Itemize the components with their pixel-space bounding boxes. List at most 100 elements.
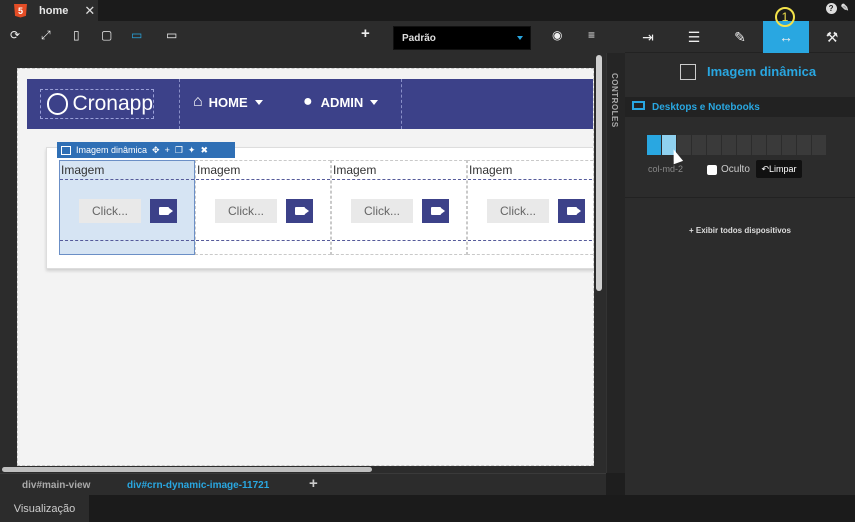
device-select-value: Padrão [402,33,436,44]
annotation-marker: 1 [775,7,795,27]
help-icon[interactable]: ? [825,3,837,14]
tab-home-label: home [39,4,69,17]
click-button[interactable]: Click... [79,199,141,223]
nav-admin[interactable]: ● ADMIN [303,93,379,111]
app-navbar[interactable]: Cronapp ⌂ HOME ● ADMIN [27,79,593,129]
hidden-checkbox[interactable]: Oculto [707,164,750,175]
grid-column-cell[interactable] [797,135,811,155]
eye-off-icon[interactable]: ◉ [552,28,562,42]
refresh-icon[interactable]: ⟳ [10,28,20,42]
nav-home[interactable]: ⌂ HOME [193,93,263,111]
add-icon[interactable]: + [165,145,170,155]
grid-column-cell[interactable] [692,135,706,155]
controls-label: CONTROLES [610,73,619,128]
device-select[interactable]: Padrão [393,26,531,50]
checkbox-icon[interactable] [707,164,717,175]
pencil-icon: ✎ [734,28,746,45]
device-section[interactable]: Desktops e Notebooks [625,97,855,117]
tab-style[interactable]: ✎ [717,21,763,53]
dynamic-image-4[interactable]: Imagem Click... [467,160,593,255]
grid-column-cell[interactable] [647,135,661,155]
image-icon [61,145,71,155]
selection-toolbar[interactable]: Imagem dinâmica ✥ + ❐ ✦ ✖ [57,142,235,158]
vertical-scrollbar[interactable] [594,53,606,473]
image-frame: Click... [60,179,194,241]
grid-column-cell[interactable] [782,135,796,155]
image-frame: Click... [196,179,330,241]
nav-admin-label: ADMIN [320,94,364,110]
tab-home[interactable]: 5 home ✕ [0,0,98,21]
click-button[interactable]: Click... [487,199,549,223]
help-area: ? ✎ [825,3,849,14]
user-icon: ● [303,93,313,110]
design-canvas[interactable]: Cronapp ⌂ HOME ● ADMIN Imagem Click... I… [17,68,594,466]
tab-tree[interactable]: ☰ [671,21,717,53]
breadcrumb: div#main-view div#crn-dynamic-image-1172… [0,473,606,495]
desktop-icon[interactable]: ▭ [131,28,142,42]
divider [625,197,855,198]
import-icon: ⇥ [642,28,654,45]
clear-button[interactable]: ↶ Limpar [756,160,802,178]
copy-icon[interactable]: ❐ [175,145,183,156]
editor-toolbar: ⟳ ⤢ ▯ ▢ ▭ ▭ + ◉ ≡ [0,21,625,53]
controls-sidebar-tab[interactable]: CONTROLES [606,53,625,473]
image-frame: Click... [332,179,466,241]
horizontal-scrollbar[interactable] [0,466,606,473]
camera-button[interactable] [286,199,313,223]
camera-icon [566,207,577,215]
chevron-down-icon [254,99,263,105]
delete-icon[interactable]: ✖ [200,145,208,156]
dynamic-image-2[interactable]: Imagem Click... [195,160,331,255]
breadcrumb-current[interactable]: div#crn-dynamic-image-11721 [127,480,269,491]
camera-button[interactable] [558,199,585,223]
monitor-icon[interactable]: ▭ [166,28,177,42]
dynamic-image-1[interactable]: Imagem Click... [59,160,195,255]
camera-button[interactable] [422,199,449,223]
grid-column-cell[interactable] [707,135,721,155]
properties-panel: ⇥ ☰ ✎ ↔ ⚒ 1 Imagem dinâmica Desktops e N… [625,7,855,495]
move-icon[interactable]: ✥ [152,145,160,156]
settings-icon[interactable]: ✎ [841,3,849,14]
grid-column-cell[interactable] [812,135,826,155]
click-button[interactable]: Click... [215,199,277,223]
tab-import[interactable]: ⇥ [625,21,671,53]
dynamic-image-3[interactable]: Imagem Click... [331,160,467,255]
grid-column-cell[interactable] [737,135,751,155]
clear-label: Limpar [769,164,797,174]
tab-tools[interactable]: ⚒ [809,21,855,53]
cloud-icon [47,93,69,115]
magic-icon[interactable]: ✦ [188,145,196,156]
camera-icon [430,207,441,215]
image-title: Imagem [469,163,513,177]
image-frame: Click... [468,179,593,241]
add-icon[interactable]: + [361,25,370,42]
selection-label: Imagem dinâmica [76,145,148,155]
grid-column-cell[interactable] [767,135,781,155]
scroll-thumb[interactable] [596,55,602,291]
image-title: Imagem [333,163,377,177]
mobile-icon[interactable]: ▯ [73,28,80,42]
close-tab-icon[interactable]: ✕ [84,3,95,19]
resize-icon: ↔ [779,29,793,45]
show-all-devices-link[interactable]: + Exibir todos dispositivos [625,226,855,235]
expand-icon[interactable]: ⤢ [41,28,51,43]
tree-icon: ☰ [687,28,701,45]
preview-tab[interactable]: Visualização [0,495,89,522]
hidden-label: Oculto [721,164,750,175]
grid-column-cell[interactable] [722,135,736,155]
image-title: Imagem [197,163,241,177]
monitor-icon [632,101,645,110]
chevron-down-icon [517,36,523,40]
brand-logo[interactable]: Cronapp [40,89,154,119]
tablet-icon[interactable]: ▢ [101,28,112,42]
add-icon[interactable]: + [309,475,318,492]
click-button[interactable]: Click... [351,199,413,223]
camera-button[interactable] [150,199,177,223]
nav-divider [401,79,402,129]
scroll-thumb[interactable] [2,467,372,472]
grid-column-cell[interactable] [752,135,766,155]
database-icon[interactable]: ≡ [588,28,595,42]
breadcrumb-root[interactable]: div#main-view [22,480,90,491]
device-label: Desktops e Notebooks [652,102,760,113]
image-card: Imagem Click... Imagem Click... Imagem C… [46,147,593,269]
